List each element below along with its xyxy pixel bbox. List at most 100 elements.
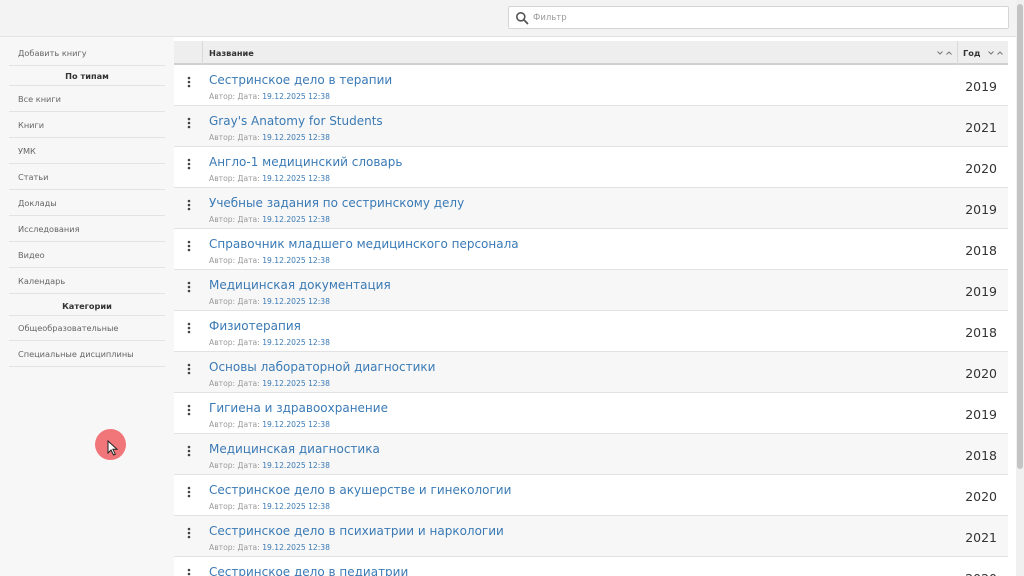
kebab-menu-icon[interactable] [186,158,192,170]
meta-prefix: Автор: Дата: [209,133,260,142]
filter-input[interactable] [533,9,1003,26]
kebab-menu-icon[interactable] [186,568,192,576]
kebab-menu-icon[interactable] [186,199,192,211]
sidebar-item-general[interactable]: Общеобразовательные [9,315,165,341]
meta-prefix: Автор: Дата: [209,338,260,347]
table-row: Сестринское дело в терапии Автор: Дата: 1… [174,65,1008,106]
book-year: 2019 [965,79,997,94]
scrollbar-thumb[interactable] [1017,4,1023,469]
sort-asc-icon[interactable] [945,49,953,57]
sort-desc-icon[interactable] [987,49,995,57]
kebab-menu-icon[interactable] [186,363,192,375]
book-date: 19.12.2025 12:38 [262,133,330,142]
book-table: Название Год Сестринское дело в терапии А… [174,37,1016,576]
book-title-link[interactable]: Сестринское дело в терапии [209,73,392,87]
book-date: 19.12.2025 12:38 [262,297,330,306]
kebab-menu-icon[interactable] [186,240,192,252]
year-column-header: Год [957,41,1008,65]
book-year: 2019 [965,202,997,217]
sidebar-item-research[interactable]: Исследования [9,216,165,242]
book-date: 19.12.2025 12:38 [262,174,330,183]
table-row: Учебные задания по сестринскому делу Авто… [174,188,1008,229]
book-title-link[interactable]: Медицинская документация [209,278,391,292]
book-meta: Автор: Дата: 19.12.2025 12:38 [209,379,330,388]
table-row: Gray's Anatomy for Students Автор: Дата: … [174,106,1008,147]
table-row: Англо-1 медицинский словарь Автор: Дата: … [174,147,1008,188]
table-row: Сестринское дело в педиатрии 2020 [174,557,1008,576]
sidebar-item-video[interactable]: Видео [9,242,165,268]
header-spacer [174,41,203,65]
meta-prefix: Автор: Дата: [209,502,260,511]
book-title-link[interactable]: Gray's Anatomy for Students [209,114,383,128]
sort-desc-icon[interactable] [936,49,944,57]
table-row: Медицинская документация Автор: Дата: 19.… [174,270,1008,311]
book-year: 2021 [965,530,997,545]
sidebar-item-umk[interactable]: УМК [9,138,165,164]
book-year: 2021 [965,120,997,135]
book-date: 19.12.2025 12:38 [262,420,330,429]
meta-prefix: Автор: Дата: [209,256,260,265]
book-year: 2020 [965,366,997,381]
table-row: Физиотерапия Автор: Дата: 19.12.2025 12:3… [174,311,1008,352]
scrollbar[interactable] [1016,0,1024,576]
meta-prefix: Автор: Дата: [209,174,260,183]
filter-box[interactable] [508,6,1009,29]
book-date: 19.12.2025 12:38 [262,543,330,552]
column-header-title[interactable]: Название [209,41,254,65]
top-bar [0,0,1016,37]
book-date: 19.12.2025 12:38 [262,256,330,265]
kebab-menu-icon[interactable] [186,76,192,88]
sidebar-item-articles[interactable]: Статьи [9,164,165,190]
kebab-menu-icon[interactable] [186,527,192,539]
kebab-menu-icon[interactable] [186,486,192,498]
sidebar-item-calendar[interactable]: Календарь [9,268,165,294]
book-meta: Автор: Дата: 19.12.2025 12:38 [209,92,330,101]
book-date: 19.12.2025 12:38 [262,338,330,347]
meta-prefix: Автор: Дата: [209,543,260,552]
book-title-link[interactable]: Сестринское дело в педиатрии [209,565,408,576]
book-title-link[interactable]: Англо-1 медицинский словарь [209,155,402,169]
categories-heading: Категории [9,296,165,316]
column-header-year[interactable]: Год [963,41,980,65]
book-year: 2020 [965,489,997,504]
sidebar-item-books[interactable]: Книги [9,112,165,138]
table-header: Название Год [174,41,1008,65]
book-title-link[interactable]: Сестринское дело в психиатрии и нарколог… [209,524,504,538]
book-title-link[interactable]: Гигиена и здравоохранение [209,401,388,415]
meta-prefix: Автор: Дата: [209,420,260,429]
meta-prefix: Автор: Дата: [209,297,260,306]
book-title-link[interactable]: Сестринское дело в акушерстве и гинеколо… [209,483,511,497]
book-year: 2019 [965,284,997,299]
meta-prefix: Автор: Дата: [209,461,260,470]
book-meta: Автор: Дата: 19.12.2025 12:38 [209,543,330,552]
book-meta: Автор: Дата: 19.12.2025 12:38 [209,420,330,429]
search-icon [516,12,529,25]
meta-prefix: Автор: Дата: [209,215,260,224]
table-row: Основы лабораторной диагностики Автор: Да… [174,352,1008,393]
book-date: 19.12.2025 12:38 [262,379,330,388]
book-meta: Автор: Дата: 19.12.2025 12:38 [209,502,330,511]
book-title-link[interactable]: Справочник младшего медицинского персона… [209,237,519,251]
book-title-link[interactable]: Основы лабораторной диагностики [209,360,435,374]
book-title-link[interactable]: Медицинская диагностика [209,442,380,456]
add-book-link[interactable]: Добавить книгу [9,40,165,66]
kebab-menu-icon[interactable] [186,117,192,129]
meta-prefix: Автор: Дата: [209,92,260,101]
table-row: Медицинская диагностика Автор: Дата: 19.1… [174,434,1008,475]
book-year: 2020 [965,161,997,176]
sidebar-item-special[interactable]: Специальные дисциплины [9,341,165,367]
book-meta: Автор: Дата: 19.12.2025 12:38 [209,256,330,265]
table-row: Сестринское дело в акушерстве и гинеколо… [174,475,1008,516]
kebab-menu-icon[interactable] [186,281,192,293]
kebab-menu-icon[interactable] [186,404,192,416]
book-title-link[interactable]: Учебные задания по сестринскому делу [209,196,464,210]
kebab-menu-icon[interactable] [186,322,192,334]
sidebar-item-reports[interactable]: Доклады [9,190,165,216]
kebab-menu-icon[interactable] [186,445,192,457]
book-year: 2019 [965,407,997,422]
book-title-link[interactable]: Физиотерапия [209,319,301,333]
book-meta: Автор: Дата: 19.12.2025 12:38 [209,338,330,347]
sort-asc-icon[interactable] [996,49,1004,57]
sidebar-item-all-books[interactable]: Все книги [9,86,165,112]
book-meta: Автор: Дата: 19.12.2025 12:38 [209,461,330,470]
